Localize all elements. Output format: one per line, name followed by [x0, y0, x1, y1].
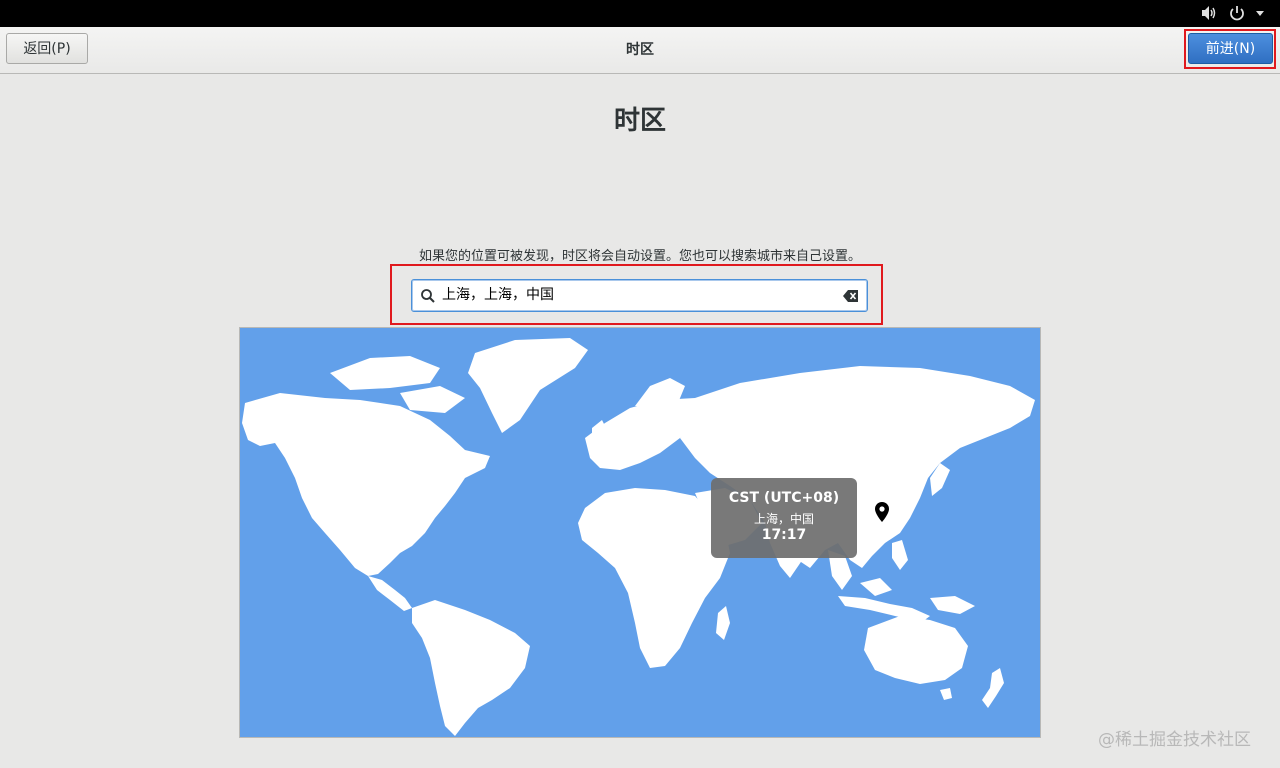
back-button[interactable]: 返回(P) [6, 33, 88, 64]
timezone-city: 上海，中国 [753, 512, 814, 526]
search-icon [421, 289, 435, 303]
watermark: @稀土掘金技术社区 [1098, 730, 1251, 750]
page-title: 时区 [613, 106, 666, 136]
clear-icon[interactable] [843, 289, 859, 303]
location-pin-icon [875, 502, 889, 522]
hint-text: 如果您的位置可被发现，时区将会自动设置。您也可以搜索城市来自己设置。 [418, 249, 861, 264]
caret-down-icon[interactable] [1254, 4, 1266, 22]
world-map-land [242, 338, 1035, 736]
search-value: 上海，上海，中国 [442, 287, 554, 303]
header-title: 时区 [626, 42, 654, 58]
next-button[interactable]: 前进(N) [1188, 33, 1273, 64]
power-icon[interactable] [1229, 4, 1245, 22]
system-top-bar [0, 0, 1280, 27]
speaker-icon[interactable] [1200, 4, 1218, 22]
location-search-input[interactable]: 上海，上海，中国 [411, 279, 868, 312]
timezone-abbr: CST (UTC+08) [728, 490, 840, 506]
timezone-popup: CST (UTC+08) 上海，中国 17:17 [711, 478, 857, 558]
header-bar: 返回(P) 时区 前进(N) [0, 27, 1280, 74]
timezone-time: 17:17 [761, 527, 807, 543]
world-map[interactable] [239, 327, 1041, 738]
